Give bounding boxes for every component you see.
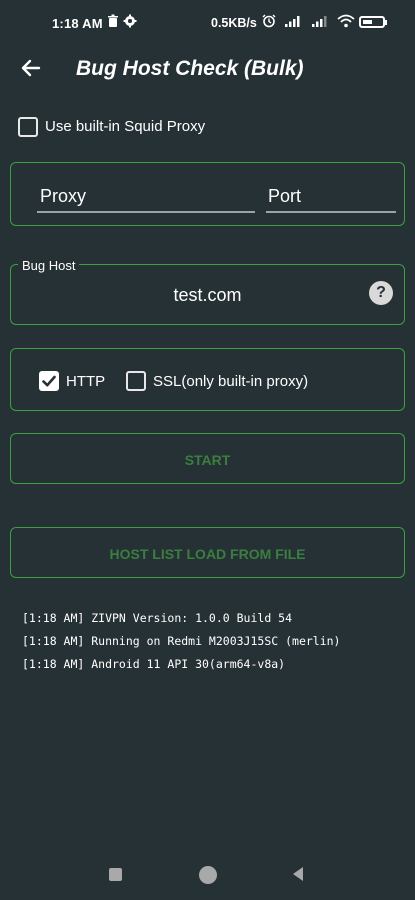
page-title: Bug Host Check (Bulk): [76, 57, 304, 80]
network-speed: 0.5KB/s: [211, 16, 257, 30]
trash-icon: [108, 14, 118, 27]
http-checkbox[interactable]: [39, 371, 59, 391]
battery-icon: [359, 16, 385, 28]
alarm-icon: [262, 14, 276, 28]
load-host-list-button[interactable]: HOST LIST LOAD FROM FILE: [10, 527, 405, 578]
log-line: [1:18 AM] Running on Redmi M2003J15SC (m…: [22, 634, 341, 648]
battery-tip: [385, 20, 387, 25]
log-line: [1:18 AM] ZIVPN Version: 1.0.0 Build 54: [22, 611, 293, 625]
log-output: [1:18 AM] ZIVPN Version: 1.0.0 Build 54 …: [22, 609, 341, 678]
help-icon[interactable]: ?: [369, 281, 393, 305]
port-input-underline: [266, 211, 396, 213]
signal-4g-icon: [285, 16, 300, 27]
start-button[interactable]: START: [10, 433, 405, 484]
checkmark-icon: [42, 375, 56, 387]
load-host-list-label: HOST LIST LOAD FROM FILE: [109, 546, 306, 562]
status-bar: 1:18 AM 0.5KB/s: [0, 0, 415, 46]
proxy-input-underline: [37, 211, 255, 213]
home-icon[interactable]: [199, 866, 217, 884]
log-line: [1:18 AM] Android 11 API 30(arm64-v8a): [22, 657, 286, 671]
nav-back-icon[interactable]: [291, 866, 305, 882]
bug-host-input[interactable]: test.com: [10, 285, 405, 306]
squid-proxy-checkbox[interactable]: [18, 117, 38, 137]
wifi-icon: [337, 14, 355, 28]
settings-gear-icon: [123, 14, 137, 28]
recent-apps-icon[interactable]: [109, 868, 122, 881]
proxy-input[interactable]: Proxy: [40, 186, 86, 207]
squid-proxy-label[interactable]: Use built-in Squid Proxy: [45, 118, 205, 135]
port-input[interactable]: Port: [268, 186, 301, 207]
ssl-label[interactable]: SSL(only built-in proxy): [153, 373, 308, 390]
ssl-checkbox[interactable]: [126, 371, 146, 391]
bug-host-label: Bug Host: [18, 258, 80, 273]
signal-bars-icon: [312, 16, 327, 27]
status-time: 1:18 AM: [52, 16, 103, 31]
start-button-label: START: [184, 452, 231, 468]
http-label[interactable]: HTTP: [66, 373, 105, 390]
arrow-left-icon[interactable]: [18, 55, 44, 81]
